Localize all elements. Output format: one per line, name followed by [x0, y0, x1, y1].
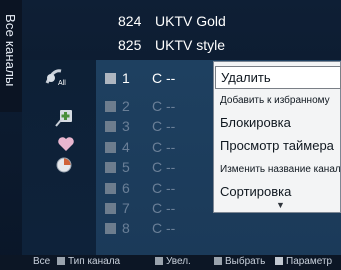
channel-row[interactable]: 1 C --: [100, 68, 215, 89]
channel-number: 7: [122, 200, 130, 216]
channel-name: C --: [152, 98, 176, 114]
channel-number: 5: [122, 159, 130, 175]
menu-item-lock[interactable]: Блокировка: [215, 112, 341, 135]
channel-type-square: [105, 183, 116, 194]
menu-scroll-down-icon[interactable]: ▼: [276, 200, 285, 210]
channel-type-square: [105, 101, 116, 112]
context-menu: Удалить Добавить к избранному Блокировка…: [213, 61, 341, 213]
channel-name: UKTV style: [155, 37, 226, 53]
channel-name: C --: [152, 70, 176, 86]
add-favorite-icon[interactable]: [52, 108, 78, 128]
channel-type-square: [105, 73, 116, 84]
channel-name: C --: [152, 118, 176, 134]
all-channels-icon[interactable]: All: [45, 67, 71, 87]
help-params: Параметр: [275, 256, 332, 267]
clock-icon[interactable]: [51, 155, 77, 175]
menu-item-delete[interactable]: Удалить: [215, 66, 341, 89]
channel-number: 2: [122, 98, 130, 114]
b-button-icon: [155, 257, 163, 266]
channel-name: C --: [152, 220, 176, 236]
channel-list-screen: Все каналы 824 UKTV Gold 825 UKTV style …: [0, 0, 341, 270]
help-channel-type-label: Тип канала: [68, 256, 121, 267]
help-all: Все: [33, 256, 51, 267]
tools-icon: [275, 257, 283, 266]
help-select: Выбрать: [214, 256, 265, 267]
help-params-label: Параметр: [286, 256, 333, 267]
channel-number: 6: [122, 180, 130, 196]
channel-name: UKTV Gold: [155, 13, 226, 29]
help-select-label: Выбрать: [225, 256, 266, 267]
bottom-help-bar: Все Тип канала Увел. Выбрать Параметр: [0, 255, 341, 270]
help-zoom: Увел.: [155, 256, 191, 267]
channel-number: 824: [118, 13, 142, 29]
menu-item-rename-channel[interactable]: Изменить название канала: [215, 158, 341, 181]
menu-item-add-favorite[interactable]: Добавить к избранному: [215, 89, 341, 112]
channel-name: C --: [152, 159, 176, 175]
channel-type-square: [105, 162, 116, 173]
channel-number: 1: [122, 70, 130, 86]
channel-type-square: [105, 121, 116, 132]
menu-item-timer-view[interactable]: Просмотр таймера: [215, 135, 341, 158]
channel-name: C --: [152, 139, 176, 155]
channel-number: 825: [118, 37, 142, 53]
channel-name: C --: [152, 200, 176, 216]
top-channel-row[interactable]: 824 UKTV Gold: [0, 10, 341, 34]
channel-number: 4: [122, 139, 130, 155]
heart-icon[interactable]: [53, 134, 79, 154]
top-channel-row[interactable]: 825 UKTV style: [0, 34, 341, 58]
a-button-icon: [57, 257, 65, 266]
channel-row[interactable]: 2 C --: [100, 96, 215, 117]
svg-text:All: All: [58, 80, 66, 87]
channel-number: 3: [122, 118, 130, 134]
channel-number: 8: [122, 220, 130, 236]
channel-row[interactable]: 3 C --: [100, 116, 215, 137]
channel-type-square: [105, 142, 116, 153]
help-channel-type: Тип канала: [57, 256, 120, 267]
channel-name: C --: [152, 180, 176, 196]
channel-type-square: [105, 203, 116, 214]
help-zoom-label: Увел.: [166, 256, 191, 267]
channel-row[interactable]: 6 C --: [100, 178, 215, 199]
channel-row[interactable]: 4 C --: [100, 137, 215, 158]
channel-row[interactable]: 7 C --: [100, 198, 215, 219]
c-button-icon: [214, 257, 222, 266]
channel-type-square: [105, 223, 116, 234]
channel-row[interactable]: 8 C --: [100, 218, 215, 239]
channel-row[interactable]: 5 C --: [100, 157, 215, 178]
